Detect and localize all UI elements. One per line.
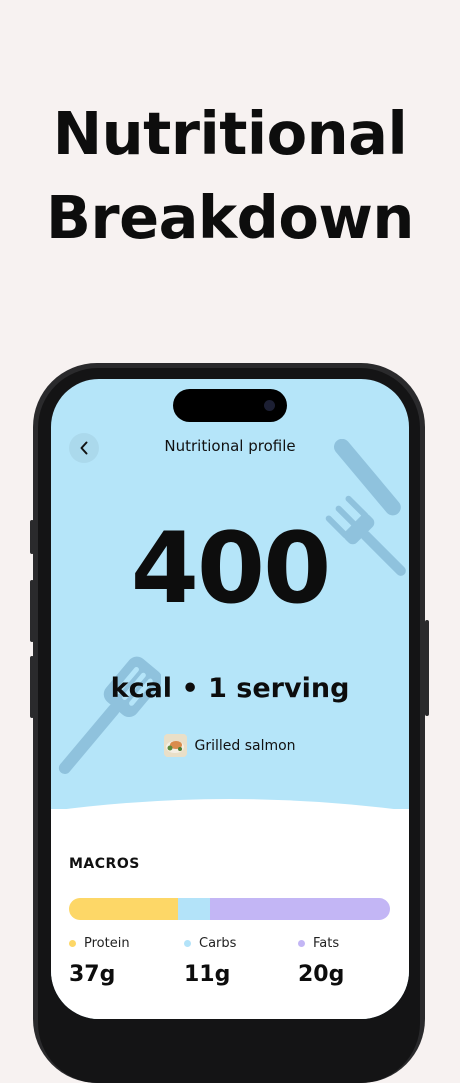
food-item: Grilled salmon	[51, 734, 409, 757]
legend-protein-label: Protein	[84, 936, 130, 951]
macro-bar-protein	[69, 898, 179, 920]
calorie-label: kcal • 1 serving	[110, 673, 350, 704]
carbs-value: 11g	[184, 962, 231, 987]
camera-icon	[264, 400, 275, 411]
food-name: Grilled salmon	[194, 737, 296, 754]
fats-dot-icon	[298, 940, 305, 947]
headline-line-1: Nutritional	[52, 99, 408, 168]
headline-line-2: Breakdown	[46, 183, 414, 252]
legend-carbs-label: Carbs	[199, 936, 237, 951]
legend-fats: Fats	[298, 936, 339, 951]
phone-screen: Nutritional profile 400 kcal • 1 serving…	[51, 379, 409, 1019]
macro-bar	[69, 898, 390, 920]
food-thumbnail	[164, 734, 188, 757]
spatula-icon	[58, 656, 161, 775]
dynamic-island	[173, 389, 287, 422]
calorie-count: 400	[130, 512, 332, 626]
carbs-dot-icon	[184, 940, 191, 947]
phone-side-button	[425, 620, 429, 716]
headline: Nutritional Breakdown	[0, 92, 460, 260]
legend-protein: Protein	[69, 936, 130, 951]
macro-bar-carbs	[178, 898, 211, 920]
nav-title: Nutritional profile	[164, 437, 296, 455]
macros-title: MACROS	[69, 856, 140, 872]
legend-carbs: Carbs	[184, 936, 236, 951]
protein-dot-icon	[69, 940, 76, 947]
macro-bar-fats	[210, 898, 390, 920]
legend-fats-label: Fats	[313, 936, 340, 951]
fats-value: 20g	[298, 962, 345, 987]
protein-value: 37g	[69, 962, 116, 987]
